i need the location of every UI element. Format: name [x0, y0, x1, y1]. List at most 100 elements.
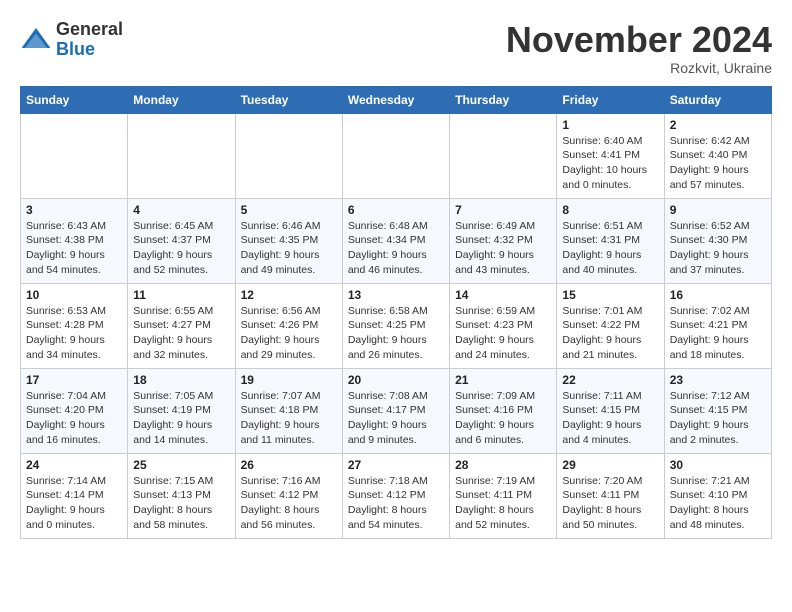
calendar-cell: 11 Sunrise: 6:55 AMSunset: 4:27 PMDayligh…	[128, 283, 235, 368]
weekday-header-wednesday: Wednesday	[342, 86, 449, 113]
day-info: Sunrise: 6:49 AMSunset: 4:32 PMDaylight:…	[455, 219, 551, 278]
day-info: Sunrise: 7:14 AMSunset: 4:14 PMDaylight:…	[26, 474, 122, 533]
calendar-cell: 25Sunrise: 7:15 AMSunset: 4:13 PMDayligh…	[128, 453, 235, 538]
calendar-cell	[235, 113, 342, 198]
day-info: Sunrise: 7:09 AMSunset: 4:16 PMDaylight:…	[455, 389, 551, 448]
day-info: Sunrise: 6:59 AMSunset: 4:23 PMDaylight:…	[455, 304, 551, 363]
day-info: Sunrise: 6:56 AMSunset: 4:26 PMDaylight:…	[241, 304, 337, 363]
calendar-cell: 15 Sunrise: 7:01 AMSunset: 4:22 PMDayligh…	[557, 283, 664, 368]
day-info: Sunrise: 7:05 AMSunset: 4:19 PMDaylight:…	[133, 389, 229, 448]
calendar-cell: 7 Sunrise: 6:49 AMSunset: 4:32 PMDaylight…	[450, 198, 557, 283]
day-number: 3	[26, 203, 122, 217]
page-header: General Blue November 2024 Rozkvit, Ukra…	[20, 20, 772, 76]
calendar-cell: 6 Sunrise: 6:48 AMSunset: 4:34 PMDaylight…	[342, 198, 449, 283]
day-number: 22	[562, 373, 658, 387]
calendar-week-row: 17 Sunrise: 7:04 AMSunset: 4:20 PMDayligh…	[21, 368, 772, 453]
calendar-cell: 14 Sunrise: 6:59 AMSunset: 4:23 PMDayligh…	[450, 283, 557, 368]
title-block: November 2024 Rozkvit, Ukraine	[506, 20, 772, 76]
day-info: Sunrise: 6:55 AMSunset: 4:27 PMDaylight:…	[133, 304, 229, 363]
calendar-cell: 4Sunrise: 6:45 AMSunset: 4:37 PMDaylight…	[128, 198, 235, 283]
day-info: Sunrise: 7:02 AMSunset: 4:21 PMDaylight:…	[670, 304, 766, 363]
day-number: 15	[562, 288, 658, 302]
day-number: 23	[670, 373, 766, 387]
day-number: 27	[348, 458, 444, 472]
day-info: Sunrise: 7:15 AMSunset: 4:13 PMDaylight:…	[133, 474, 229, 533]
day-info: Sunrise: 6:43 AMSunset: 4:38 PMDaylight:…	[26, 219, 122, 278]
day-number: 13	[348, 288, 444, 302]
day-number: 26	[241, 458, 337, 472]
day-number: 8	[562, 203, 658, 217]
calendar-cell: 23 Sunrise: 7:12 AMSunset: 4:15 PMDayligh…	[664, 368, 771, 453]
calendar-cell: 5Sunrise: 6:46 AMSunset: 4:35 PMDaylight…	[235, 198, 342, 283]
logo-text: General Blue	[56, 20, 123, 60]
calendar-cell: 21 Sunrise: 7:09 AMSunset: 4:16 PMDayligh…	[450, 368, 557, 453]
weekday-header-saturday: Saturday	[664, 86, 771, 113]
calendar-cell: 2 Sunrise: 6:42 AMSunset: 4:40 PMDaylight…	[664, 113, 771, 198]
day-info: Sunrise: 7:01 AMSunset: 4:22 PMDaylight:…	[562, 304, 658, 363]
calendar-cell: 22Sunrise: 7:11 AMSunset: 4:15 PMDayligh…	[557, 368, 664, 453]
calendar-cell: 27 Sunrise: 7:18 AMSunset: 4:12 PMDayligh…	[342, 453, 449, 538]
weekday-header-monday: Monday	[128, 86, 235, 113]
calendar-cell: 19 Sunrise: 7:07 AMSunset: 4:18 PMDayligh…	[235, 368, 342, 453]
calendar-cell: 9 Sunrise: 6:52 AMSunset: 4:30 PMDaylight…	[664, 198, 771, 283]
day-number: 17	[26, 373, 122, 387]
day-info: Sunrise: 7:12 AMSunset: 4:15 PMDaylight:…	[670, 389, 766, 448]
location-subtitle: Rozkvit, Ukraine	[506, 60, 772, 76]
day-number: 24	[26, 458, 122, 472]
calendar-cell: 29Sunrise: 7:20 AMSunset: 4:11 PMDayligh…	[557, 453, 664, 538]
calendar-week-row: 24 Sunrise: 7:14 AMSunset: 4:14 PMDayligh…	[21, 453, 772, 538]
day-info: Sunrise: 6:52 AMSunset: 4:30 PMDaylight:…	[670, 219, 766, 278]
day-info: Sunrise: 7:18 AMSunset: 4:12 PMDaylight:…	[348, 474, 444, 533]
calendar-cell: 30 Sunrise: 7:21 AMSunset: 4:10 PMDayligh…	[664, 453, 771, 538]
day-number: 7	[455, 203, 551, 217]
day-number: 4	[133, 203, 229, 217]
day-info: Sunrise: 6:53 AMSunset: 4:28 PMDaylight:…	[26, 304, 122, 363]
calendar-cell	[342, 113, 449, 198]
calendar-cell: 16Sunrise: 7:02 AMSunset: 4:21 PMDayligh…	[664, 283, 771, 368]
day-info: Sunrise: 6:40 AMSunset: 4:41 PMDaylight:…	[562, 134, 658, 193]
day-info: Sunrise: 7:21 AMSunset: 4:10 PMDaylight:…	[670, 474, 766, 533]
day-number: 28	[455, 458, 551, 472]
day-info: Sunrise: 6:48 AMSunset: 4:34 PMDaylight:…	[348, 219, 444, 278]
calendar-cell: 24 Sunrise: 7:14 AMSunset: 4:14 PMDayligh…	[21, 453, 128, 538]
calendar-table: SundayMondayTuesdayWednesdayThursdayFrid…	[20, 86, 772, 539]
calendar-cell: 20 Sunrise: 7:08 AMSunset: 4:17 PMDayligh…	[342, 368, 449, 453]
weekday-header-row: SundayMondayTuesdayWednesdayThursdayFrid…	[21, 86, 772, 113]
day-number: 14	[455, 288, 551, 302]
calendar-cell	[450, 113, 557, 198]
calendar-cell: 28 Sunrise: 7:19 AMSunset: 4:11 PMDayligh…	[450, 453, 557, 538]
day-info: Sunrise: 7:07 AMSunset: 4:18 PMDaylight:…	[241, 389, 337, 448]
weekday-header-sunday: Sunday	[21, 86, 128, 113]
day-number: 19	[241, 373, 337, 387]
calendar-cell	[128, 113, 235, 198]
day-number: 6	[348, 203, 444, 217]
day-info: Sunrise: 7:16 AMSunset: 4:12 PMDaylight:…	[241, 474, 337, 533]
day-number: 10	[26, 288, 122, 302]
day-info: Sunrise: 6:42 AMSunset: 4:40 PMDaylight:…	[670, 134, 766, 193]
day-number: 11	[133, 288, 229, 302]
calendar-cell: 10 Sunrise: 6:53 AMSunset: 4:28 PMDayligh…	[21, 283, 128, 368]
day-number: 30	[670, 458, 766, 472]
day-info: Sunrise: 7:08 AMSunset: 4:17 PMDaylight:…	[348, 389, 444, 448]
calendar-cell: 18 Sunrise: 7:05 AMSunset: 4:19 PMDayligh…	[128, 368, 235, 453]
day-info: Sunrise: 7:20 AMSunset: 4:11 PMDaylight:…	[562, 474, 658, 533]
day-info: Sunrise: 7:04 AMSunset: 4:20 PMDaylight:…	[26, 389, 122, 448]
day-number: 12	[241, 288, 337, 302]
calendar-cell: 8Sunrise: 6:51 AMSunset: 4:31 PMDaylight…	[557, 198, 664, 283]
calendar-cell: 12 Sunrise: 6:56 AMSunset: 4:26 PMDayligh…	[235, 283, 342, 368]
logo-icon	[20, 24, 52, 56]
calendar-cell: 1Sunrise: 6:40 AMSunset: 4:41 PMDaylight…	[557, 113, 664, 198]
day-info: Sunrise: 7:19 AMSunset: 4:11 PMDaylight:…	[455, 474, 551, 533]
calendar-week-row: 1Sunrise: 6:40 AMSunset: 4:41 PMDaylight…	[21, 113, 772, 198]
day-number: 18	[133, 373, 229, 387]
day-number: 20	[348, 373, 444, 387]
calendar-cell: 26 Sunrise: 7:16 AMSunset: 4:12 PMDayligh…	[235, 453, 342, 538]
day-number: 2	[670, 118, 766, 132]
day-info: Sunrise: 6:58 AMSunset: 4:25 PMDaylight:…	[348, 304, 444, 363]
calendar-week-row: 10 Sunrise: 6:53 AMSunset: 4:28 PMDayligh…	[21, 283, 772, 368]
day-number: 9	[670, 203, 766, 217]
logo: General Blue	[20, 20, 123, 60]
day-number: 21	[455, 373, 551, 387]
calendar-cell: 13 Sunrise: 6:58 AMSunset: 4:25 PMDayligh…	[342, 283, 449, 368]
month-title: November 2024	[506, 20, 772, 60]
